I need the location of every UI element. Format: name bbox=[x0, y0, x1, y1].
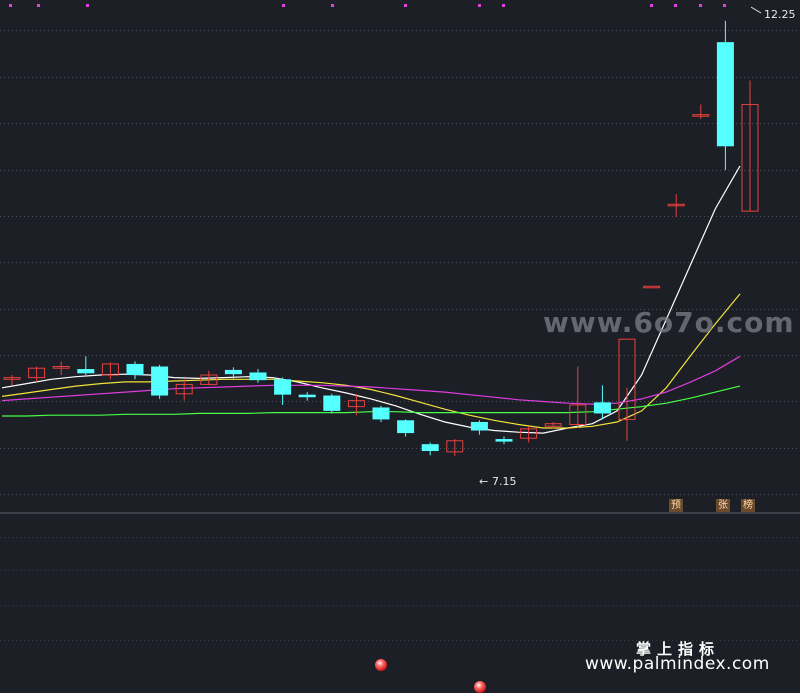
candles bbox=[3, 20, 759, 457]
top-marker-row bbox=[9, 4, 726, 7]
candle-body bbox=[151, 366, 169, 396]
top-marker-dot bbox=[478, 4, 481, 7]
candle bbox=[274, 377, 292, 405]
top-marker-dot bbox=[699, 4, 702, 7]
candle bbox=[323, 393, 341, 414]
candle bbox=[692, 104, 710, 119]
candle bbox=[77, 356, 95, 376]
top-marker-dot bbox=[331, 4, 334, 7]
top-marker-dot bbox=[650, 4, 653, 7]
candle-body bbox=[249, 372, 267, 381]
candle bbox=[372, 405, 390, 422]
candle-body bbox=[397, 420, 415, 434]
candle-body bbox=[298, 394, 316, 398]
low-price-label: 7.15 bbox=[492, 475, 517, 488]
candle bbox=[151, 364, 169, 399]
candle-body bbox=[643, 285, 661, 289]
top-marker-dot bbox=[674, 4, 677, 7]
candle bbox=[716, 20, 734, 171]
top-marker-dot bbox=[37, 4, 40, 7]
candlestick-chart: 12.25 ← 7.15 bbox=[0, 4, 800, 641]
candle-body bbox=[421, 444, 439, 452]
candle bbox=[446, 439, 464, 457]
top-marker-dot bbox=[723, 4, 726, 7]
moving-average-lines bbox=[1, 165, 741, 434]
candle-body bbox=[77, 369, 95, 374]
top-marker-dot bbox=[404, 4, 407, 7]
candle-body bbox=[126, 363, 144, 376]
candle bbox=[101, 362, 119, 380]
candle bbox=[495, 436, 513, 445]
red-ball-icon bbox=[474, 681, 486, 693]
top-marker-dot bbox=[9, 4, 12, 7]
candle bbox=[298, 392, 316, 401]
candle bbox=[175, 379, 193, 401]
candle-body bbox=[224, 369, 242, 375]
candle bbox=[249, 369, 267, 383]
candle-body bbox=[274, 379, 292, 395]
candle bbox=[470, 420, 488, 435]
candle bbox=[52, 361, 70, 376]
top-marker-dot bbox=[502, 4, 505, 7]
candle bbox=[593, 385, 611, 420]
candle-body bbox=[716, 42, 734, 147]
candle bbox=[421, 442, 439, 456]
candle bbox=[397, 419, 415, 437]
brand-url: www.palmindex.com bbox=[585, 654, 770, 674]
watermark-text: www.6o7o.com bbox=[543, 306, 795, 339]
candle bbox=[3, 375, 21, 386]
candle bbox=[618, 338, 636, 441]
candle-body bbox=[323, 395, 341, 411]
candle bbox=[667, 194, 685, 218]
candle-body bbox=[593, 402, 611, 414]
low-arrow: ← bbox=[479, 475, 488, 488]
price-annotations: 12.25 ← 7.15 bbox=[479, 6, 796, 488]
red-ball-icon bbox=[375, 659, 387, 671]
candle-body bbox=[495, 439, 513, 442]
high-price-label: 12.25 bbox=[764, 8, 796, 21]
candle bbox=[28, 366, 46, 382]
top-marker-dot bbox=[86, 4, 89, 7]
signal-tag-yu: 预 bbox=[669, 499, 683, 512]
candle-body bbox=[372, 407, 390, 420]
candle bbox=[741, 80, 759, 212]
candle bbox=[569, 366, 587, 428]
candle bbox=[643, 285, 661, 289]
top-marker-dot bbox=[282, 4, 285, 7]
signal-tag-bang: 榜 bbox=[741, 499, 755, 512]
high-label-tick bbox=[750, 6, 762, 14]
candle bbox=[126, 361, 144, 380]
candle-body bbox=[470, 421, 488, 431]
signal-tag-zhang: 张 bbox=[716, 499, 730, 512]
candle bbox=[520, 426, 538, 443]
